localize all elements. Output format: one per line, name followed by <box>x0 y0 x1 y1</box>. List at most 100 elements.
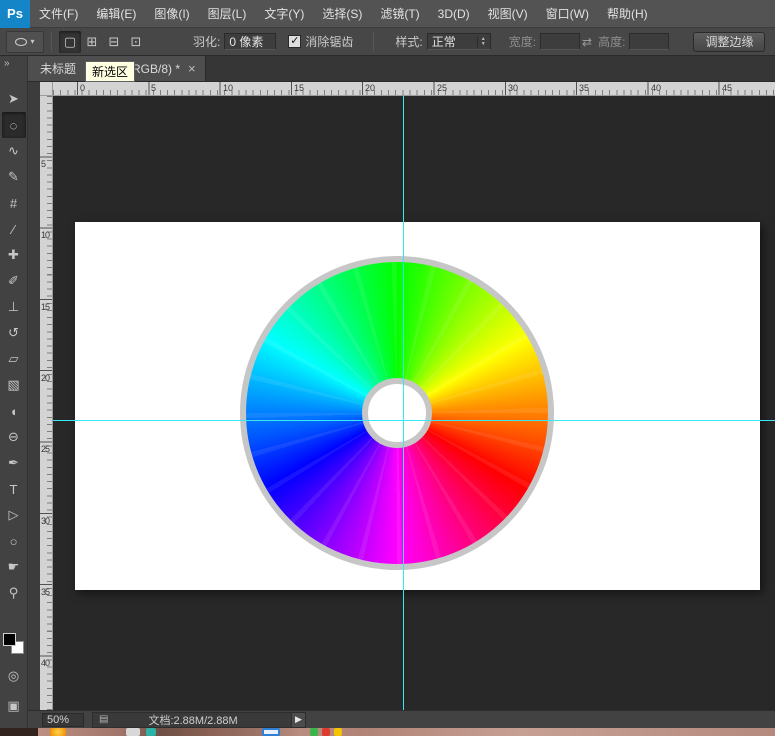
color-wheel-hole <box>362 378 432 448</box>
taskbar-icon[interactable] <box>126 728 140 736</box>
blur-tool[interactable]: ◖ <box>2 398 26 424</box>
check-icon: ✓ <box>290 35 299 47</box>
tab-close-icon[interactable]: × <box>188 61 196 76</box>
screen-mode-button[interactable]: ▣ <box>2 696 26 716</box>
hand-tool[interactable]: ☛ <box>2 554 26 580</box>
tab-bar: 未标题 (RGB/8) * × 新选区 <box>28 56 775 82</box>
taskbar-icon[interactable] <box>50 728 66 736</box>
type-tool[interactable]: T <box>2 476 26 502</box>
pen-icon: ✒ <box>8 455 19 471</box>
ruler-number: 35 <box>41 587 49 597</box>
width-label: 宽度: <box>509 33 536 50</box>
path-selection-tool[interactable]: ▷ <box>2 502 26 528</box>
panel-gap-strip <box>28 82 40 710</box>
tab-title-left: 未标题 <box>40 60 76 77</box>
foreground-color-swatch[interactable] <box>3 633 16 646</box>
menu-edit[interactable]: 编辑(E) <box>87 0 145 27</box>
zoom-tool[interactable]: ⚲ <box>2 580 26 606</box>
dodge-icon: ⊖ <box>8 429 19 445</box>
ellipse-shape-tool[interactable]: ○ <box>2 528 26 554</box>
ruler-number: 5 <box>151 83 156 93</box>
move-tool[interactable]: ➤ <box>2 86 26 112</box>
move-tool-icon: ➤ <box>8 91 19 107</box>
gradient-tool[interactable]: ▧ <box>2 372 26 398</box>
quick-selection-icon: ✎ <box>8 169 19 185</box>
taskbar-icon[interactable] <box>146 728 156 736</box>
quick-mask-button[interactable]: ◎ <box>2 666 26 686</box>
tools-panel: » ➤ ◌ ∿ ✎ # ∕ ✚ ✐ ⊥ ↺ ▱ ▧ ◖ ⊖ ✒ T ▷ ○ ☛ … <box>0 56 28 728</box>
swap-width-height-icon[interactable]: ⇄ <box>582 35 592 49</box>
menu-bar: Ps 文件(F) 编辑(E) 图像(I) 图层(L) 文字(Y) 选择(S) 滤… <box>0 0 775 28</box>
collapse-panel-button[interactable]: » <box>0 56 27 74</box>
pen-tool[interactable]: ✒ <box>2 450 26 476</box>
document-window: 未标题 (RGB/8) * × 新选区 0 5 10 15 20 25 30 3… <box>28 56 775 728</box>
color-swatches <box>2 632 26 656</box>
photoshop-logo-icon: Ps <box>0 0 30 28</box>
type-icon: T <box>10 482 18 497</box>
clone-stamp-icon: ⊥ <box>8 299 19 315</box>
canvas-area[interactable] <box>53 96 775 710</box>
crop-icon: # <box>10 196 17 211</box>
new-selection-mode-button[interactable]: ▢ <box>59 31 81 53</box>
status-panel: ▤ 文档:2.88M/2.88M ▶ <box>92 712 306 728</box>
antialias-checkbox[interactable]: ✓ <box>288 35 301 48</box>
eyedropper-tool[interactable]: ∕ <box>2 216 26 242</box>
clone-stamp-tool[interactable]: ⊥ <box>2 294 26 320</box>
tool-preset-picker[interactable]: ▾ <box>6 31 44 53</box>
menu-type[interactable]: 文字(Y) <box>255 0 313 27</box>
photoshop-window: { "app": { "logo_text": "Ps" }, "menu_ba… <box>0 0 775 736</box>
taskbar-icon[interactable] <box>310 728 318 736</box>
intersect-selection-mode-button[interactable]: ⊡ <box>125 31 147 53</box>
lasso-tool[interactable]: ∿ <box>2 138 26 164</box>
horizontal-guide[interactable] <box>53 420 775 421</box>
add-selection-icon: ⊞ <box>87 34 98 50</box>
style-select[interactable]: 正常 ▲ ▼ <box>427 33 491 50</box>
ruler-number: 30 <box>41 516 49 526</box>
vertical-ruler[interactable]: 5 10 15 20 25 30 35 40 <box>40 96 53 710</box>
crop-tool[interactable]: # <box>2 190 26 216</box>
menu-layer[interactable]: 图层(L) <box>199 0 256 27</box>
history-brush-tool[interactable]: ↺ <box>2 320 26 346</box>
menu-window[interactable]: 窗口(W) <box>537 0 598 27</box>
ellipse-shape-icon: ○ <box>10 534 18 549</box>
document-size-info: 文档:2.88M/2.88M <box>148 712 237 728</box>
menu-select[interactable]: 选择(S) <box>313 0 371 27</box>
dodge-tool[interactable]: ⊖ <box>2 424 26 450</box>
vertical-guide[interactable] <box>403 96 404 710</box>
brush-tool[interactable]: ✐ <box>2 268 26 294</box>
taskbar-icon[interactable] <box>334 728 342 736</box>
document-canvas[interactable] <box>75 222 760 590</box>
new-selection-icon: ▢ <box>64 34 76 50</box>
height-label: 高度: <box>598 33 625 50</box>
feather-input[interactable]: 0 像素 <box>224 33 276 50</box>
status-expand-button[interactable]: ▶ <box>291 713 305 727</box>
menu-file[interactable]: 文件(F) <box>30 0 87 27</box>
taskbar-icon[interactable] <box>262 728 280 736</box>
ruler-number: 25 <box>437 83 447 93</box>
menu-image[interactable]: 图像(I) <box>145 0 198 27</box>
ruler-corner <box>40 82 53 96</box>
elliptical-marquee-tool[interactable]: ◌ <box>2 112 26 138</box>
height-input[interactable] <box>629 33 669 50</box>
hand-icon: ☛ <box>8 559 20 575</box>
horizontal-ruler[interactable]: 0 5 10 15 20 25 30 35 40 45 <box>53 82 775 96</box>
quick-mask-icon: ◎ <box>8 668 19 684</box>
zoom-level-field[interactable]: 50% <box>42 713 84 727</box>
menu-3d[interactable]: 3D(D) <box>429 0 479 27</box>
add-to-selection-mode-button[interactable]: ⊞ <box>81 31 103 53</box>
menu-filter[interactable]: 滤镜(T) <box>371 0 428 27</box>
menu-help[interactable]: 帮助(H) <box>598 0 657 27</box>
quick-selection-tool[interactable]: ✎ <box>2 164 26 190</box>
brush-icon: ✐ <box>8 273 19 289</box>
menu-view[interactable]: 视图(V) <box>479 0 537 27</box>
ruler-number: 40 <box>651 83 661 93</box>
width-input[interactable] <box>540 33 580 50</box>
taskbar-icon[interactable] <box>322 728 330 736</box>
refine-edge-button[interactable]: 调整边缘 <box>693 32 765 52</box>
ruler-number: 40 <box>41 658 49 668</box>
eraser-tool[interactable]: ▱ <box>2 346 26 372</box>
subtract-from-selection-mode-button[interactable]: ⊟ <box>103 31 125 53</box>
style-label: 样式: <box>395 33 422 50</box>
spot-healing-brush-tool[interactable]: ✚ <box>2 242 26 268</box>
ruler-number: 30 <box>508 83 518 93</box>
